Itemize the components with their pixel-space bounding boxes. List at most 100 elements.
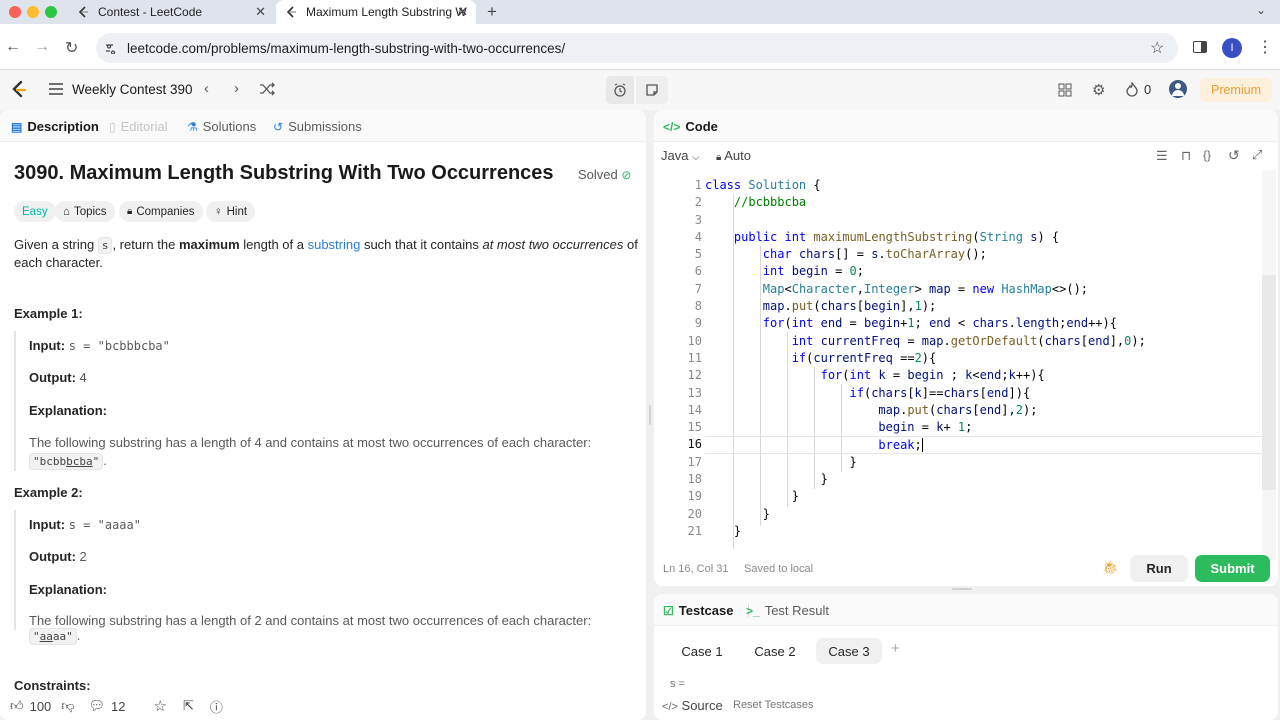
desc-code: s [97, 237, 113, 254]
close-tab-icon[interactable]: ✕ [255, 4, 266, 20]
next-problem-chevron-icon[interactable]: › [234, 80, 239, 97]
favorite-star-icon[interactable]: ☆ [153, 697, 166, 715]
layout-grid-icon[interactable] [1058, 83, 1072, 100]
braces-icon[interactable]: {} [1203, 148, 1211, 162]
code-line: for(int end = begin+1; end < chars.lengt… [762, 316, 1117, 331]
editor-scrollbar-thumb[interactable] [1262, 275, 1276, 490]
timer-button[interactable] [606, 76, 634, 104]
code-editor[interactable]: class Solution { //bcbbbcba public int m… [705, 177, 1265, 540]
code-part: " [33, 630, 40, 643]
tab-search-chevron-icon[interactable]: ⌄ [1256, 3, 1266, 17]
debugger-bug-icon[interactable]: 🐞︎ [1102, 560, 1119, 576]
shuffle-icon[interactable] [259, 82, 275, 99]
tab-label: Maximum Length Substring W [306, 5, 467, 19]
topics-label: Topics [73, 205, 107, 218]
line-number: 11 [687, 350, 702, 365]
tab-submissions[interactable]: ↺ Submissions [273, 119, 362, 134]
close-window-button[interactable] [9, 6, 21, 18]
period: . [76, 628, 81, 643]
browser-tab-active[interactable]: Maximum Length Substring W ✕ [276, 0, 476, 24]
close-tab-icon[interactable]: ✕ [457, 4, 468, 20]
problem-title: 3090. Maximum Length Substring With Two … [14, 162, 554, 184]
description-tabs: ▤ Description ▯ Editorial ⚗ Solutions ↺ … [0, 110, 646, 142]
run-button[interactable]: Run [1130, 555, 1188, 582]
streak-flame-icon[interactable] [1126, 80, 1138, 100]
horizontal-resize-handle[interactable] [952, 588, 972, 590]
desc-text: of [623, 237, 638, 252]
profile-avatar[interactable]: I [1222, 38, 1242, 58]
new-tab-icon[interactable]: + [487, 2, 497, 22]
user-avatar[interactable] [1169, 80, 1187, 98]
case-2-tab[interactable]: Case 2 [747, 638, 803, 664]
code-underlined: bcba [66, 455, 93, 468]
help-question-icon[interactable]: ⓘ [210, 697, 223, 716]
solved-status: Solved ⊘ [578, 167, 631, 182]
solved-check-icon: ⊘ [621, 168, 632, 182]
settings-gear-icon[interactable]: ⚙ [1092, 81, 1105, 99]
share-icon[interactable]: ⇱ [183, 698, 194, 714]
terminal-prompt-icon: >_ [746, 603, 760, 618]
substring-link[interactable]: substring [308, 237, 361, 252]
forward-arrow-icon[interactable]: → [34, 38, 50, 56]
reset-code-icon[interactable]: ↺ [1228, 147, 1240, 164]
leetcode-logo-icon[interactable] [10, 80, 28, 103]
tab-label: Contest - LeetCode [98, 5, 203, 19]
format-icon[interactable]: ☰ [1156, 148, 1168, 164]
tab-solutions[interactable]: ⚗ Solutions [187, 119, 256, 134]
tab-test-result[interactable]: >_ Test Result [746, 603, 829, 618]
editorial-book-icon: ▯ [109, 119, 116, 134]
source-toggle[interactable]: </> Source [662, 698, 723, 713]
line-number: 2 [694, 195, 702, 210]
tab-editorial-label: Editorial [120, 119, 168, 134]
submit-button[interactable]: Submit [1195, 555, 1270, 582]
zoom-window-button[interactable] [45, 6, 57, 18]
premium-button[interactable]: Premium [1200, 78, 1272, 102]
back-arrow-icon[interactable]: ← [5, 38, 21, 56]
desc-text: , return the [112, 237, 179, 252]
companies-tag[interactable]: 🔒︎ Companies [119, 201, 203, 222]
comment-count: 12 [111, 698, 126, 714]
site-settings-icon[interactable] [105, 42, 117, 57]
reload-icon[interactable]: ↻ [65, 38, 78, 58]
case-1-tab[interactable]: Case 1 [674, 638, 730, 664]
thumbs-down-icon[interactable]: 👎︎ [61, 698, 74, 714]
browser-menu-icon[interactable]: ⋮ [1257, 37, 1273, 57]
solved-label: Solved [578, 167, 618, 182]
minimize-window-button[interactable] [27, 6, 39, 18]
vertical-resize-handle[interactable] [649, 405, 651, 425]
topics-tag[interactable]: ⌂ Topics [55, 201, 115, 222]
side-panel-icon[interactable] [1193, 41, 1207, 53]
language-select[interactable]: Java ⌵ [661, 148, 700, 163]
difficulty-badge[interactable]: Easy [14, 201, 56, 222]
thumbs-up-icon[interactable]: 👍︎ [10, 698, 24, 714]
tab-test-result-label: Test Result [764, 603, 829, 618]
code-line: } [705, 472, 828, 487]
bookmark-star-icon[interactable]: ☆ [1150, 38, 1164, 58]
description-panel: ▤ Description ▯ Editorial ⚗ Solutions ↺ … [0, 110, 646, 720]
browser-tab-contest[interactable]: Contest - LeetCode ✕ [68, 0, 274, 24]
notes-button[interactable] [636, 76, 668, 104]
comment-icon[interactable]: 💬︎ [89, 698, 106, 714]
auto-mode[interactable]: 🔒︎ Auto [716, 148, 751, 163]
tab-code[interactable]: </> Code [663, 119, 718, 134]
example-1-explanation-text: The following substring has a length of … [29, 435, 592, 450]
source-label: Source [681, 698, 723, 713]
fullscreen-icon[interactable]: ⤢ [1252, 147, 1262, 163]
tab-editorial[interactable]: ▯ Editorial [109, 119, 168, 134]
bookmark-icon[interactable]: ⊓ [1181, 148, 1191, 164]
line-number: 14 [687, 402, 702, 417]
lightbulb-icon: ♀ [214, 205, 223, 218]
add-case-plus-icon[interactable]: + [891, 640, 900, 657]
tab-description[interactable]: ▤ Description [11, 119, 99, 134]
reset-testcases-link[interactable]: Reset Testcases [733, 699, 814, 711]
like-count: 100 [29, 698, 52, 714]
desc-text: length of a [239, 237, 308, 252]
hint-tag[interactable]: ♀ Hint [206, 201, 256, 222]
case-3-tab[interactable]: Case 3 [816, 638, 882, 664]
problem-list-icon[interactable] [48, 82, 64, 99]
prev-problem-chevron-icon[interactable]: ‹ [204, 80, 209, 97]
line-number: 12 [687, 368, 702, 383]
contest-title[interactable]: Weekly Contest 390 [72, 82, 193, 97]
tab-testcase[interactable]: ☑ Testcase [663, 603, 733, 618]
